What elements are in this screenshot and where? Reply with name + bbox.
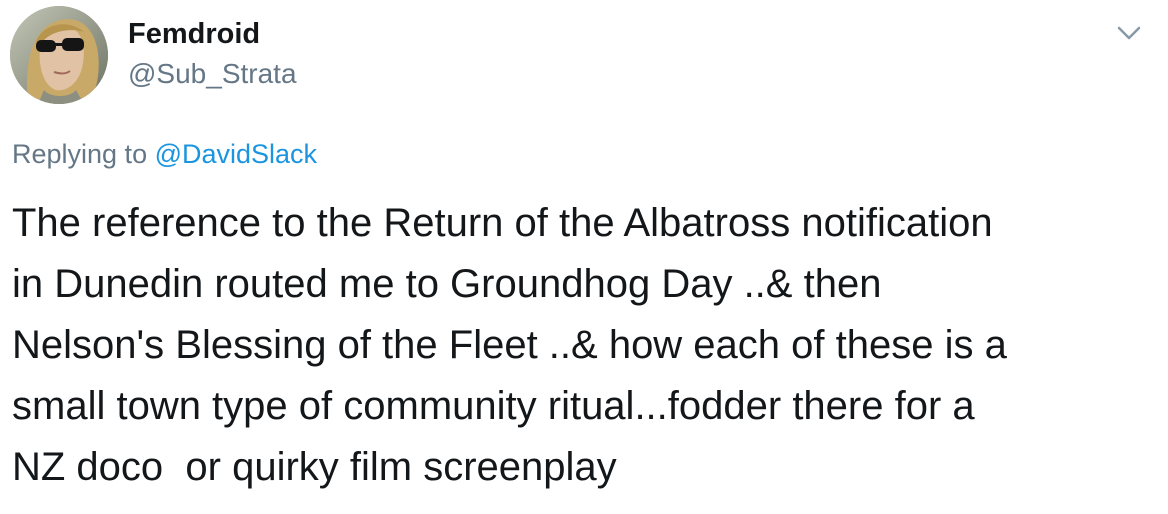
chevron-down-icon (1117, 26, 1141, 40)
author-display-name[interactable]: Femdroid (128, 16, 260, 52)
replying-to-line: Replying to @DavidSlack (12, 136, 317, 172)
author-handle[interactable]: @Sub_Strata (128, 56, 297, 92)
reply-mention-link[interactable]: @DavidSlack (155, 139, 317, 169)
more-options-button[interactable] (1114, 18, 1144, 48)
avatar-photo (10, 6, 108, 104)
avatar[interactable] (10, 6, 108, 104)
tweet-text: The reference to the Return of the Albat… (12, 201, 1007, 489)
replying-to-label: Replying to (12, 139, 155, 169)
tweet-card: Femdroid @Sub_Strata Replying to @DavidS… (0, 0, 1168, 514)
